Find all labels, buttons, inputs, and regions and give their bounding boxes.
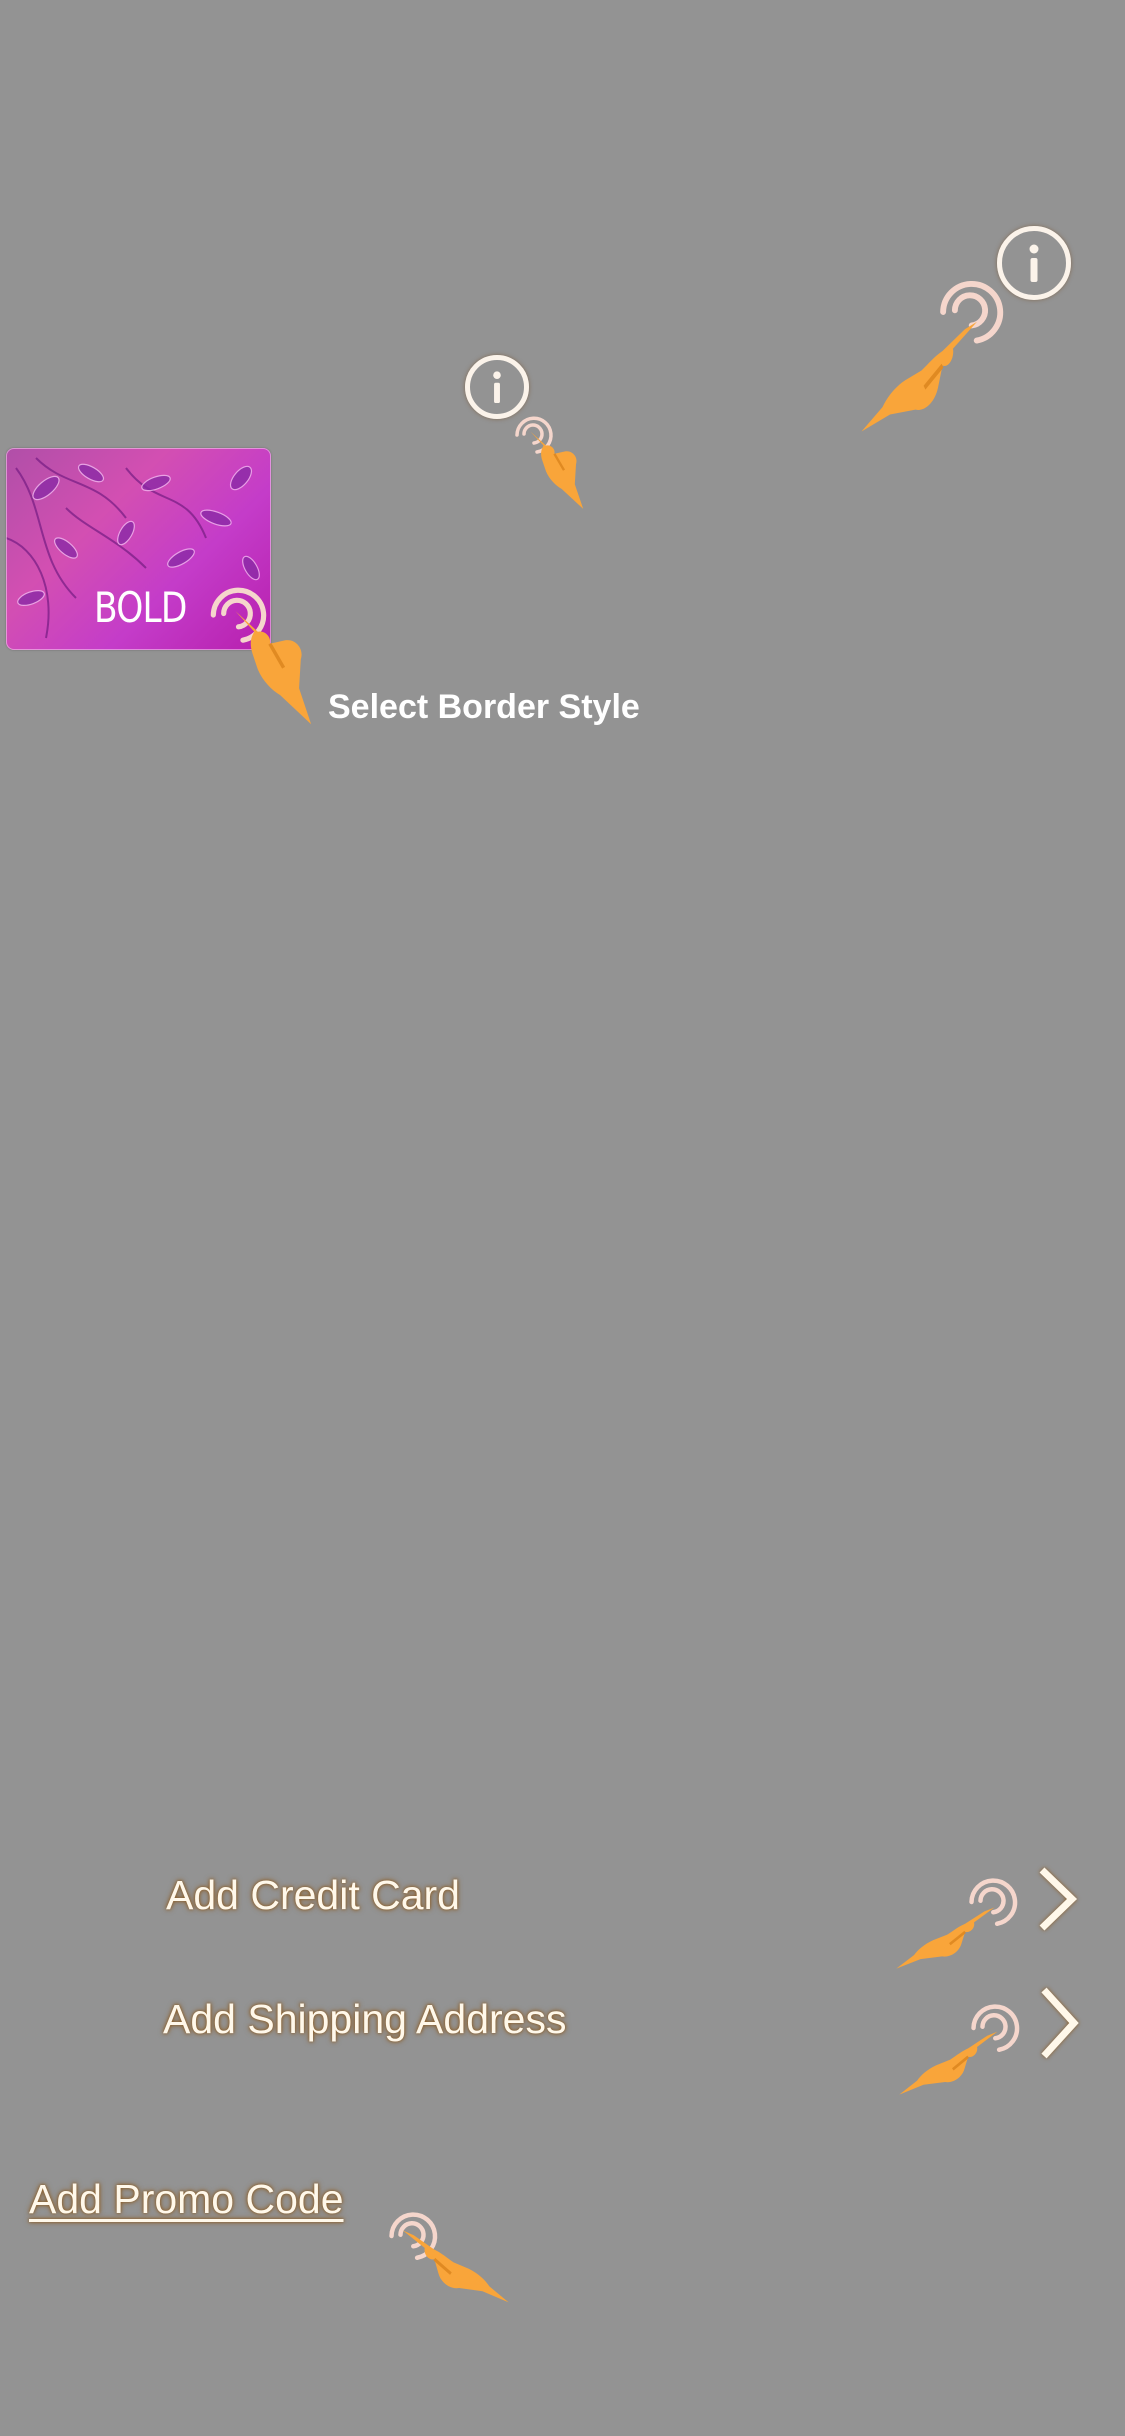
tap-hint-shipping-address [962, 1996, 1026, 2060]
border-style-card-bold[interactable]: BOLD [6, 448, 271, 650]
chevron-right-icon[interactable] [1038, 1986, 1080, 2060]
tap-hand-icon [895, 1902, 997, 1970]
info-glyph [493, 371, 501, 404]
select-border-style-title: Select Border Style [328, 688, 640, 726]
info-icon[interactable] [997, 226, 1071, 300]
add-credit-card-label[interactable]: Add Credit Card [166, 1872, 460, 1919]
tap-hint-credit-card [960, 1870, 1024, 1934]
info-glyph [1029, 244, 1039, 282]
tap-hint-promo-code [380, 2204, 444, 2268]
add-promo-code-link[interactable]: Add Promo Code [29, 2176, 344, 2223]
tap-hint-info-primary [928, 270, 1012, 354]
bold-card-label: BOLD [94, 583, 187, 632]
tap-hand-icon [400, 2224, 510, 2304]
add-shipping-address-label[interactable]: Add Shipping Address [163, 1996, 566, 2043]
tap-hand-icon [860, 312, 980, 434]
info-icon[interactable] [465, 355, 529, 419]
chevron-right-icon[interactable] [1036, 1866, 1078, 1932]
tap-hint-info-secondary [508, 410, 558, 460]
tap-hand-icon [528, 428, 588, 510]
tap-hand-icon [898, 2026, 1000, 2096]
